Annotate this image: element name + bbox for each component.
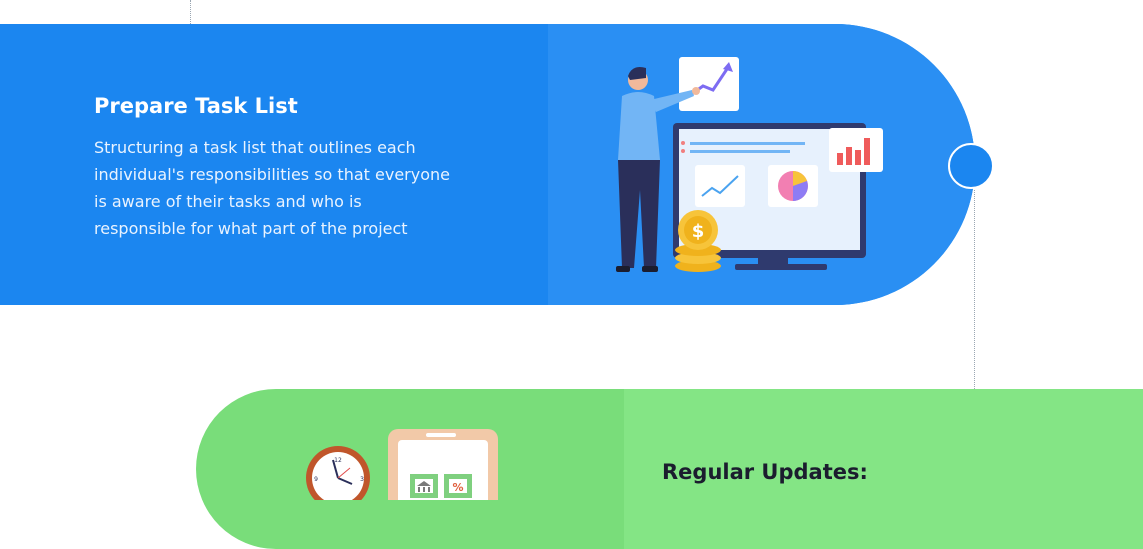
updates-illustration: 12 3 9 % <box>306 429 498 500</box>
description-line: individual's responsibilities so that ev… <box>94 165 450 184</box>
step-description: Structuring a task list that outlines ea… <box>94 134 450 242</box>
pie-chart-icon <box>768 165 818 207</box>
step-title: Prepare Task List <box>94 94 298 118</box>
svg-text:9: 9 <box>314 476 318 483</box>
clock-icon: 12 3 9 <box>306 446 370 500</box>
description-line: responsible for what part of the project <box>94 219 408 238</box>
trend-arrow-icon <box>679 57 739 111</box>
timeline-connector-top <box>190 0 191 24</box>
bank-icon <box>410 474 438 498</box>
description-line: Structuring a task list that outlines ea… <box>94 138 416 157</box>
description-line: is aware of their tasks and who is <box>94 192 362 211</box>
percent-icon: % <box>444 474 472 498</box>
svg-text:$: $ <box>692 221 705 242</box>
analytics-illustration: $ <box>616 57 883 272</box>
svg-text:%: % <box>452 481 463 494</box>
timeline-node <box>948 143 994 189</box>
bar-chart-icon <box>829 128 883 172</box>
svg-text:3: 3 <box>360 476 364 483</box>
dollar-coin-icon: $ <box>675 210 721 272</box>
step-title: Regular Updates: <box>662 460 868 484</box>
svg-text:12: 12 <box>334 457 342 464</box>
line-chart-icon <box>695 165 745 207</box>
